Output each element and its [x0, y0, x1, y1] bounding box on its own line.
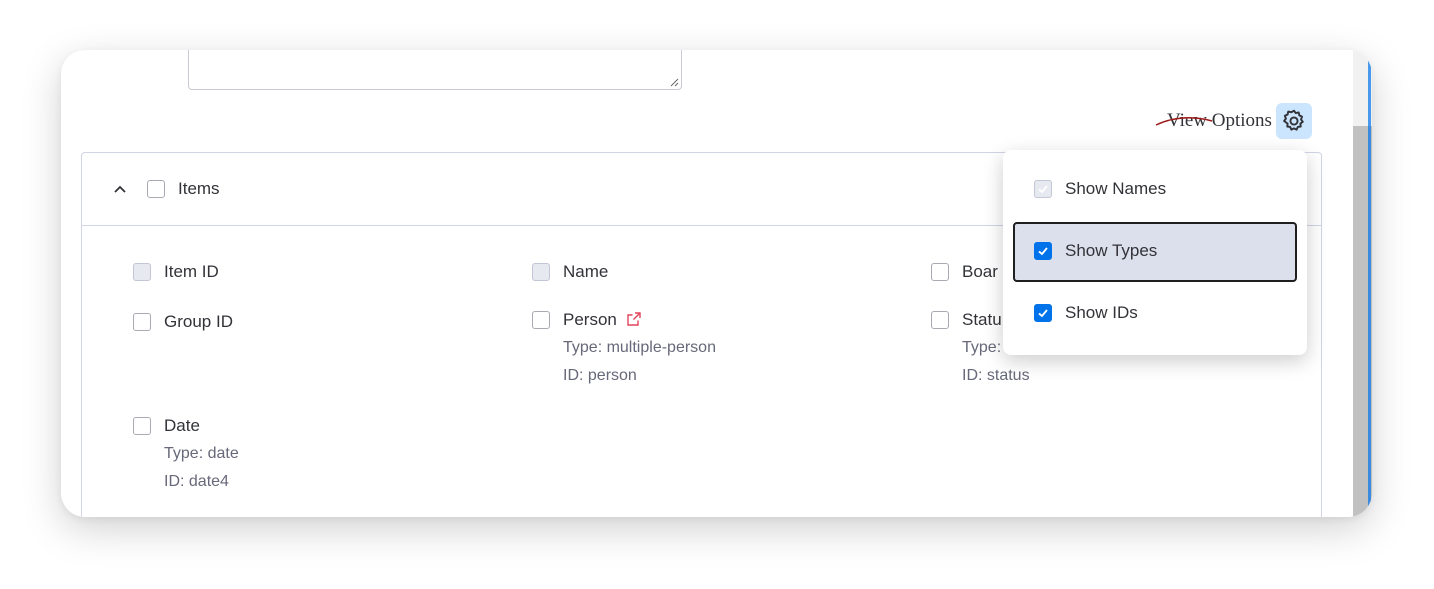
field-checkbox[interactable]: [532, 263, 550, 281]
items-title: Items: [178, 179, 220, 198]
field-name: Group ID: [164, 312, 233, 331]
field-id: ID: person: [563, 367, 637, 384]
option-label: Show Names: [1065, 179, 1167, 198]
window-edge: [1368, 50, 1371, 517]
chevron-up-icon[interactable]: [112, 181, 128, 197]
gear-icon: [1283, 109, 1304, 131]
card: View Options Items Item ID Name Boar Gro…: [61, 50, 1372, 517]
field-checkbox[interactable]: [133, 417, 151, 435]
check-icon: [1038, 185, 1048, 194]
option-label: Show IDs: [1065, 303, 1138, 322]
field-checkbox[interactable]: [532, 311, 550, 329]
resize-grip-icon[interactable]: [669, 77, 679, 87]
option-show-types[interactable]: Show Types: [1013, 222, 1297, 282]
field-name: Person: [563, 310, 642, 330]
field-name: Item ID: [164, 262, 219, 281]
description-textarea[interactable]: [188, 50, 682, 90]
external-link-icon[interactable]: [626, 311, 642, 327]
option-show-names[interactable]: Show Names: [1013, 160, 1297, 220]
view-options-gear-button[interactable]: [1275, 103, 1312, 139]
check-icon: [1038, 247, 1048, 256]
field-name: Boar: [962, 262, 998, 281]
view-options[interactable]: View Options: [1155, 103, 1312, 139]
show-names-checkbox[interactable]: [1034, 180, 1052, 198]
field-id: ID: date4: [164, 473, 229, 490]
field-type: Type: date: [164, 445, 239, 462]
view-options-dropdown: Show Names Show Types Show IDs: [1003, 150, 1307, 355]
field-name: Name: [563, 262, 609, 281]
field-checkbox[interactable]: [133, 313, 151, 331]
field-checkbox[interactable]: [931, 311, 949, 329]
show-types-checkbox[interactable]: [1034, 242, 1052, 260]
field-name: Statu: [962, 310, 1002, 329]
field-checkbox[interactable]: [133, 263, 151, 281]
field-checkbox[interactable]: [931, 263, 949, 281]
items-select-all-checkbox[interactable]: [147, 180, 165, 198]
field-id: ID: status: [962, 367, 1030, 384]
field-type: Type: multiple-person: [563, 339, 716, 356]
option-label: Show Types: [1065, 241, 1158, 260]
cursor-arc-icon: [1155, 117, 1213, 126]
check-icon: [1038, 309, 1048, 318]
field-name-text: Person: [563, 310, 617, 329]
field-type: Type:: [962, 339, 1002, 356]
show-ids-checkbox[interactable]: [1034, 304, 1052, 322]
field-name: Date: [164, 416, 200, 435]
option-show-ids[interactable]: Show IDs: [1013, 284, 1297, 344]
